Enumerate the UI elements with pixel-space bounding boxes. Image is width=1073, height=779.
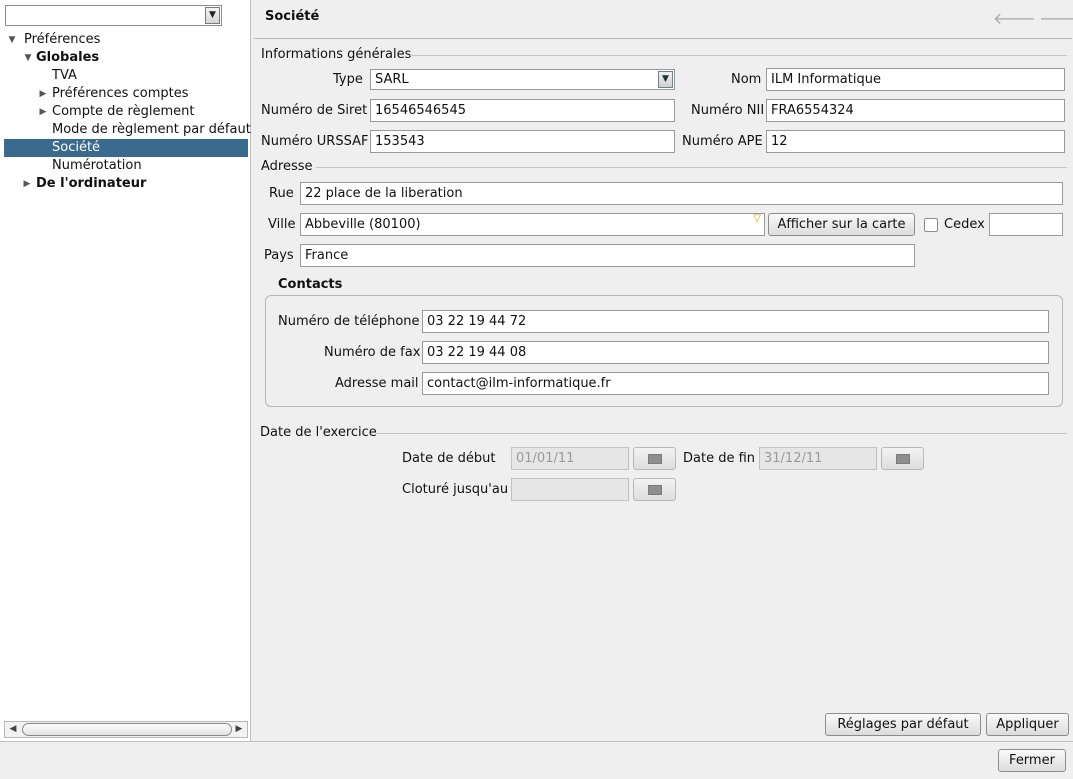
tree-item-preferences[interactable]: ▼ Préférences bbox=[4, 31, 248, 49]
arrow-right-icon[interactable]: 🡒 bbox=[1039, 8, 1073, 28]
cedex-label: Cedex bbox=[944, 217, 985, 232]
show-map-button[interactable]: Afficher sur la carte bbox=[768, 213, 915, 236]
section-divider bbox=[316, 167, 1067, 168]
tree-item-mode-reglement[interactable]: Mode de règlement par défaut bbox=[4, 121, 251, 139]
apply-button[interactable]: Appliquer bbox=[986, 713, 1069, 736]
tree-item-label: Préférences bbox=[24, 32, 101, 47]
type-select-value: SARL bbox=[375, 72, 409, 87]
siret-field[interactable]: 16546546545 bbox=[370, 99, 675, 122]
start-date-label: Date de début bbox=[402, 451, 496, 466]
type-select[interactable]: SARL ▼ bbox=[370, 69, 675, 90]
ape-field[interactable]: 12 bbox=[766, 130, 1065, 153]
start-date-field[interactable]: 01/01/11 bbox=[511, 447, 629, 470]
ape-label: Numéro APE bbox=[682, 134, 763, 149]
end-date-picker-button[interactable] bbox=[881, 447, 924, 470]
section-divider bbox=[376, 433, 1067, 434]
end-date-field[interactable]: 31/12/11 bbox=[759, 447, 877, 470]
scroll-right-icon[interactable]: ▶ bbox=[232, 722, 246, 737]
urssaf-field[interactable]: 153543 bbox=[370, 130, 675, 153]
tree-item-label: De l'ordinateur bbox=[36, 176, 147, 191]
header-divider bbox=[254, 38, 1072, 39]
calendar-icon bbox=[896, 454, 910, 464]
rue-label: Rue bbox=[269, 186, 294, 201]
pays-label: Pays bbox=[264, 248, 294, 263]
ville-label: Ville bbox=[268, 217, 296, 232]
phone-label: Numéro de téléphone bbox=[278, 314, 420, 329]
ville-field-value: Abbeville (80100) bbox=[305, 217, 421, 232]
sidebar-combo[interactable]: ▼ bbox=[5, 5, 222, 26]
fax-label: Numéro de fax bbox=[324, 345, 421, 360]
nom-field[interactable]: ILM Informatique bbox=[766, 68, 1065, 91]
page-title: Société bbox=[265, 9, 320, 24]
tree-item-label: Globales bbox=[36, 50, 100, 65]
nii-label: Numéro NII bbox=[691, 103, 765, 118]
tree-expanded-icon[interactable]: ▼ bbox=[22, 49, 34, 67]
tree-collapsed-icon[interactable]: ▶ bbox=[37, 85, 49, 103]
preferences-sidebar: ▼ ▼ Préférences ▼ Globales TVA ▶ Préfére… bbox=[0, 0, 251, 741]
phone-field[interactable]: 03 22 19 44 72 bbox=[422, 310, 1049, 333]
tree-item-label: Compte de règlement bbox=[52, 104, 195, 119]
cedex-field[interactable] bbox=[989, 213, 1063, 236]
fax-field[interactable]: 03 22 19 44 08 bbox=[422, 341, 1049, 364]
tree-item-tva[interactable]: TVA bbox=[4, 67, 248, 85]
tree-item-preferences-comptes[interactable]: ▶ Préférences comptes bbox=[4, 85, 248, 103]
tree-expanded-icon[interactable]: ▼ bbox=[6, 31, 18, 49]
section-title-exercise: Date de l'exercice bbox=[260, 425, 377, 440]
chevron-down-icon[interactable]: ▼ bbox=[658, 71, 673, 88]
contacts-title: Contacts bbox=[278, 277, 343, 292]
mail-field[interactable]: contact@ilm-informatique.fr bbox=[422, 372, 1049, 395]
closed-until-field[interactable] bbox=[511, 478, 629, 501]
autocomplete-dropdown-icon[interactable]: ▽ bbox=[753, 214, 761, 229]
mail-label: Adresse mail bbox=[335, 376, 419, 391]
tree-item-globales[interactable]: ▼ Globales bbox=[4, 49, 248, 67]
scroll-left-icon[interactable]: ◀ bbox=[6, 722, 20, 737]
tree-item-numerotation[interactable]: Numérotation bbox=[4, 157, 248, 175]
footer-divider bbox=[0, 741, 1073, 742]
nom-label: Nom bbox=[731, 72, 762, 87]
ville-field[interactable]: Abbeville (80100) ▽ bbox=[300, 213, 765, 236]
end-date-label: Date de fin bbox=[683, 451, 756, 466]
tree-collapsed-icon[interactable]: ▶ bbox=[21, 175, 33, 193]
nii-field[interactable]: FRA6554324 bbox=[766, 99, 1065, 122]
calendar-icon bbox=[648, 454, 662, 464]
siret-label: Numéro de Siret bbox=[261, 103, 368, 118]
close-button[interactable]: Fermer bbox=[998, 749, 1066, 772]
type-label: Type bbox=[333, 72, 363, 87]
closed-until-label: Cloturé jusqu'au bbox=[402, 482, 509, 497]
chevron-down-icon[interactable]: ▼ bbox=[205, 7, 220, 24]
tree-item-societe[interactable]: Société bbox=[4, 139, 248, 157]
tree-item-label: Numérotation bbox=[52, 158, 142, 173]
closed-until-picker-button[interactable] bbox=[633, 478, 676, 501]
section-divider bbox=[410, 55, 1067, 56]
arrow-left-icon[interactable]: 🡐 bbox=[993, 8, 1036, 28]
cedex-checkbox[interactable] bbox=[924, 218, 938, 232]
start-date-picker-button[interactable] bbox=[633, 447, 676, 470]
calendar-icon bbox=[648, 485, 662, 495]
rue-field[interactable]: 22 place de la liberation bbox=[300, 182, 1063, 205]
pays-field[interactable]: France bbox=[300, 244, 915, 267]
scrollbar-thumb[interactable] bbox=[22, 723, 232, 736]
tree-item-label: Mode de règlement par défaut bbox=[52, 122, 251, 137]
section-title-general: Informations générales bbox=[261, 47, 412, 62]
tree-item-compte-reglement[interactable]: ▶ Compte de règlement bbox=[4, 103, 248, 121]
tree-item-label: Société bbox=[52, 140, 101, 155]
tree-item-label: TVA bbox=[52, 68, 77, 83]
sidebar-horizontal-scrollbar[interactable]: ◀ ▶ bbox=[4, 721, 248, 738]
tree-item-ordinateur[interactable]: ▶ De l'ordinateur bbox=[4, 175, 248, 193]
urssaf-label: Numéro URSSAF bbox=[261, 134, 369, 149]
section-title-address: Adresse bbox=[261, 159, 313, 174]
tree-collapsed-icon[interactable]: ▶ bbox=[37, 103, 49, 121]
defaults-button[interactable]: Réglages par défaut bbox=[825, 713, 981, 736]
tree-item-label: Préférences comptes bbox=[52, 86, 189, 101]
